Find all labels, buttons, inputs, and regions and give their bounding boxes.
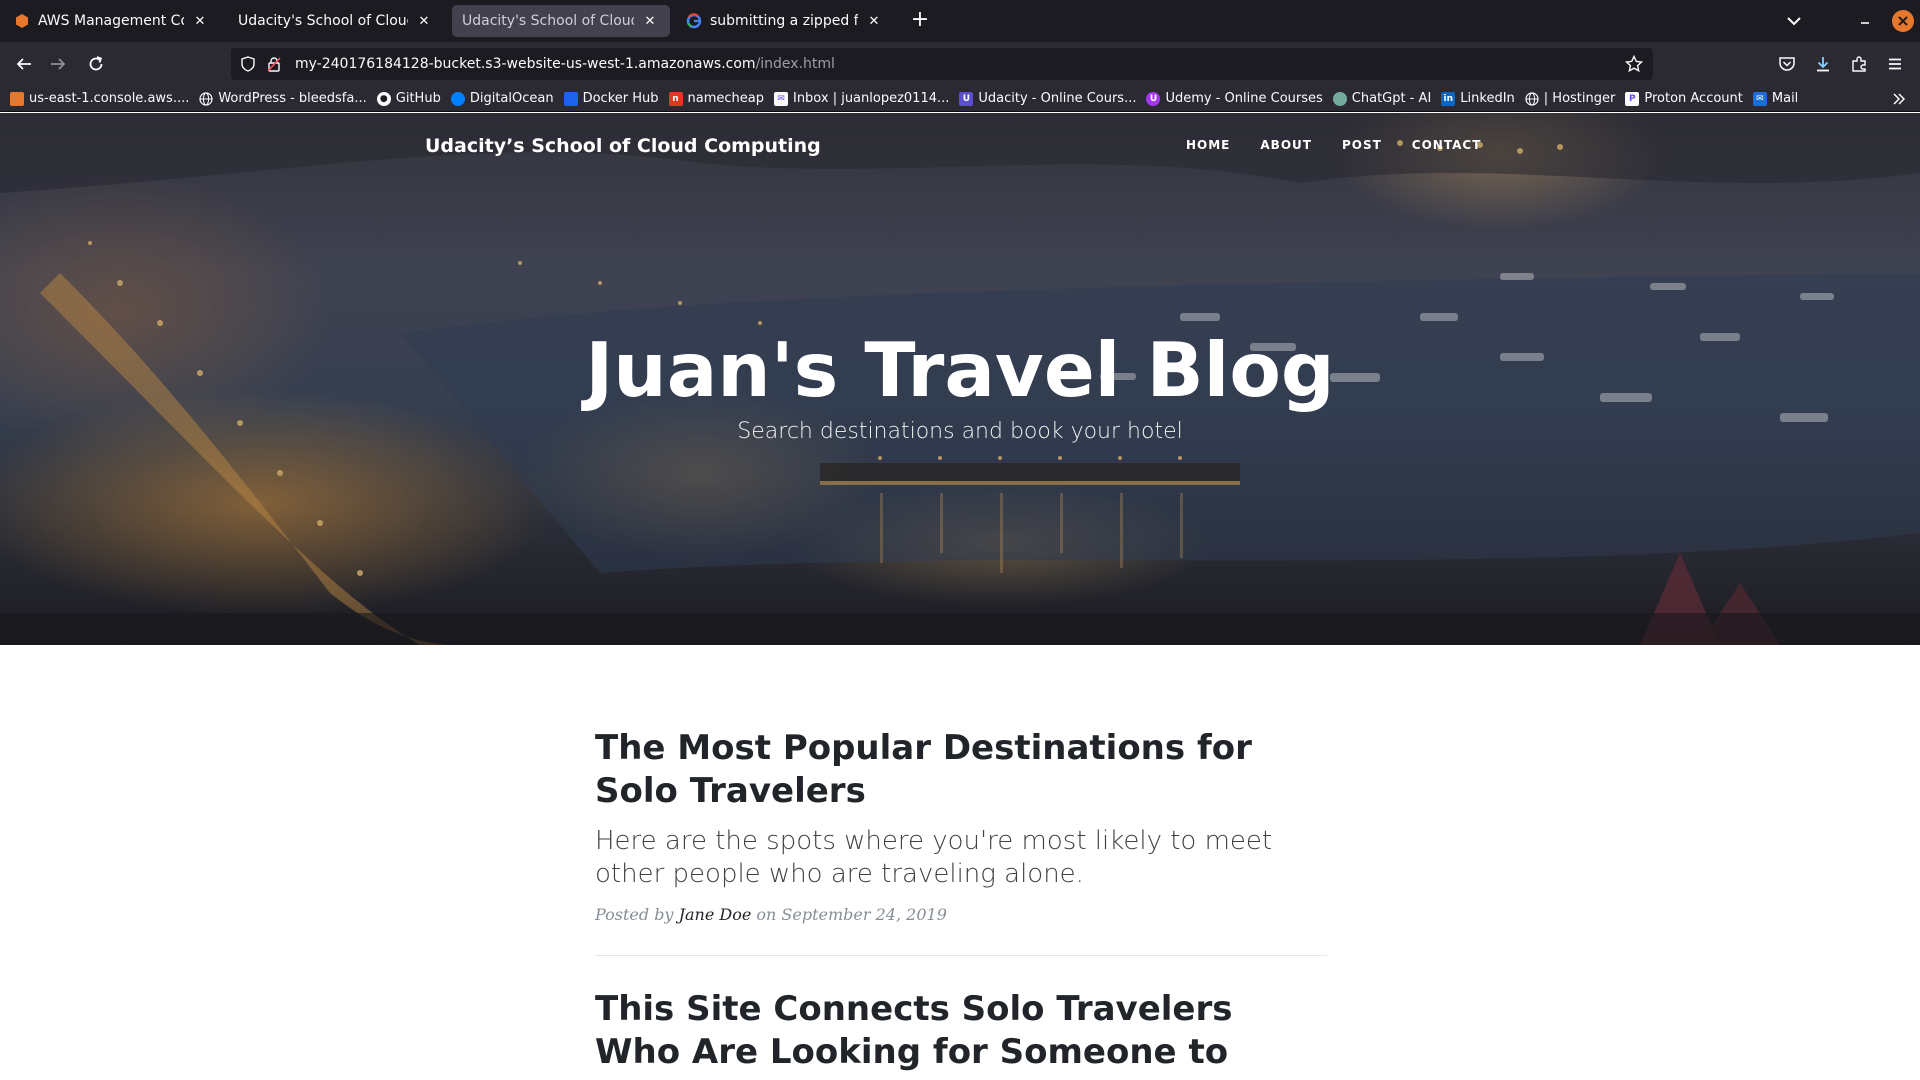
site-nav-links: HOME ABOUT POST CONTACT: [1186, 138, 1511, 152]
bookmark-label: Mail: [1771, 91, 1799, 106]
forward-arrow-icon[interactable]: [46, 52, 70, 76]
bookmark-label: us-east-1.console.aws....: [29, 91, 190, 106]
site-brand-link[interactable]: Udacity’s School of Cloud Computing: [425, 135, 821, 157]
bookmark-label: GitHub: [395, 91, 441, 106]
tab-label: Udacity's School of Cloud Comp: [462, 13, 634, 29]
bookmark-wordpress[interactable]: WordPress - bleedsfa...: [199, 91, 367, 106]
bookmark-inbox[interactable]: ✉ Inbox | juanlopez0114...: [773, 91, 950, 106]
url-text: my-240176184128-bucket.s3-website-us-wes…: [295, 56, 835, 72]
docker-icon: [563, 91, 578, 106]
hero-subtitle: Search destinations and book your hotel: [737, 419, 1183, 444]
bookmark-star-icon[interactable]: [1624, 54, 1644, 73]
url-domain: my-240176184128-bucket.s3-website-us-wes…: [295, 56, 756, 72]
reload-icon[interactable]: [84, 52, 108, 76]
bookmark-namecheap[interactable]: n namecheap: [668, 91, 764, 106]
google-icon: [686, 13, 702, 29]
namecheap-icon: n: [668, 91, 683, 106]
bookmark-label: Docker Hub: [582, 91, 659, 106]
window-minimize-icon[interactable]: [1855, 12, 1875, 32]
tab-label: Udacity's School of Cloud Comp: [238, 13, 408, 29]
tab-list-chevron-down-icon[interactable]: [1782, 11, 1806, 31]
aws-icon: [14, 13, 30, 29]
pocket-icon[interactable]: [1775, 52, 1799, 76]
browser-tab-bar: AWS Management Console ✕ Udacity's Schoo…: [0, 0, 1920, 42]
bookmark-label: ChatGpt - AI: [1351, 91, 1432, 106]
proton-icon: P: [1625, 91, 1640, 106]
post-meta-prefix: Posted by: [595, 905, 674, 924]
bookmark-proton-account[interactable]: P Proton Account: [1625, 91, 1743, 106]
bookmark-label: Inbox | juanlopez0114...: [792, 91, 950, 106]
window-close-icon[interactable]: [1892, 10, 1914, 32]
hamburger-menu-icon[interactable]: [1883, 52, 1907, 76]
bookmark-label: DigitalOcean: [469, 91, 554, 106]
browser-nav-bar: my-240176184128-bucket.s3-website-us-wes…: [0, 42, 1920, 86]
chatgpt-icon: [1332, 91, 1347, 106]
bookmark-hostinger[interactable]: | Hostinger: [1525, 91, 1616, 106]
post-title[interactable]: The Most Popular Destinations for Solo T…: [595, 727, 1327, 813]
site-navbar: Udacity’s School of Cloud Computing HOME…: [0, 113, 1920, 179]
close-tab-icon[interactable]: ✕: [190, 11, 210, 31]
linkedin-icon: in: [1441, 91, 1456, 106]
bookmark-label: | Hostinger: [1543, 91, 1616, 106]
nav-link-contact[interactable]: CONTACT: [1412, 138, 1482, 152]
github-icon: ●: [376, 91, 391, 106]
bookmark-label: LinkedIn: [1460, 91, 1515, 106]
bookmark-github[interactable]: ● GitHub: [376, 91, 441, 106]
post-author-link[interactable]: Jane Doe: [679, 905, 752, 924]
close-tab-icon[interactable]: ✕: [640, 11, 660, 31]
bookmark-label: Udacity - Online Cours...: [978, 91, 1137, 106]
tab-google-search[interactable]: submitting a zipped folder ✕: [676, 5, 894, 37]
post-preview[interactable]: The Most Popular Destinations for Solo T…: [595, 727, 1327, 924]
udacity-icon: U: [959, 91, 974, 106]
bookmark-aws-console[interactable]: us-east-1.console.aws....: [10, 91, 189, 106]
post-meta: Posted by Jane Doe on September 24, 2019: [595, 905, 1327, 924]
bookmark-label: Proton Account: [1644, 91, 1743, 106]
url-path: /index.html: [755, 56, 835, 72]
downloads-icon[interactable]: [1811, 52, 1835, 76]
hero-header-image: Udacity’s School of Cloud Computing HOME…: [0, 113, 1920, 645]
back-arrow-icon[interactable]: [12, 52, 36, 76]
tab-label: submitting a zipped folder: [710, 13, 858, 29]
post-title[interactable]: This Site Connects Solo Travelers Who Ar…: [595, 988, 1327, 1080]
nav-link-post[interactable]: POST: [1342, 138, 1382, 152]
udemy-icon: U: [1146, 91, 1161, 106]
close-tab-icon[interactable]: ✕: [864, 11, 884, 31]
nav-link-about[interactable]: ABOUT: [1260, 138, 1312, 152]
globe-icon: [1525, 91, 1539, 106]
insecure-lock-icon[interactable]: [265, 55, 283, 73]
bookmark-mail[interactable]: ✉ Mail: [1752, 91, 1799, 106]
bookmarks-toolbar: us-east-1.console.aws.... WordPress - bl…: [0, 86, 1920, 112]
post-date: on September 24, 2019: [756, 905, 947, 924]
nav-link-home[interactable]: HOME: [1186, 138, 1230, 152]
new-tab-plus-icon[interactable]: +: [908, 9, 932, 33]
bookmark-label: namecheap: [687, 91, 764, 106]
digitalocean-icon: [450, 91, 465, 106]
close-tab-icon[interactable]: ✕: [414, 11, 434, 31]
bookmark-label: Udemy - Online Courses: [1165, 91, 1323, 106]
bookmark-chatgpt[interactable]: ChatGpt - AI: [1332, 91, 1432, 106]
post-subtitle[interactable]: Here are the spots where you're most lik…: [595, 825, 1327, 891]
bookmark-digitalocean[interactable]: DigitalOcean: [450, 91, 554, 106]
web-page: Udacity’s School of Cloud Computing HOME…: [0, 113, 1920, 1080]
bookmark-linkedin[interactable]: in LinkedIn: [1441, 91, 1515, 106]
bookmark-docker-hub[interactable]: Docker Hub: [563, 91, 659, 106]
bookmark-label: WordPress - bleedsfa...: [218, 91, 367, 106]
mail-icon: ✉: [773, 91, 788, 106]
globe-icon: [199, 91, 213, 106]
post-preview[interactable]: This Site Connects Solo Travelers Who Ar…: [595, 988, 1327, 1080]
tab-label: AWS Management Console: [38, 13, 184, 29]
tab-aws-console[interactable]: AWS Management Console ✕: [4, 5, 220, 37]
aws-icon: [10, 91, 24, 106]
bookmark-udacity[interactable]: U Udacity - Online Cours...: [959, 91, 1136, 106]
more-bookmarks-chevron-icon[interactable]: [1890, 90, 1908, 108]
tab-udacity-2-active[interactable]: Udacity's School of Cloud Comp ✕: [452, 5, 670, 37]
extensions-puzzle-icon[interactable]: [1847, 52, 1871, 76]
bookmark-udemy[interactable]: U Udemy - Online Courses: [1146, 91, 1323, 106]
post-divider: [595, 955, 1327, 956]
shield-icon[interactable]: [239, 55, 257, 73]
address-bar[interactable]: my-240176184128-bucket.s3-website-us-wes…: [231, 48, 1653, 80]
hero-title: Juan's Travel Blog: [585, 326, 1335, 414]
mail-icon: ✉: [1752, 91, 1767, 106]
tab-udacity-1[interactable]: Udacity's School of Cloud Comp ✕: [228, 5, 444, 37]
